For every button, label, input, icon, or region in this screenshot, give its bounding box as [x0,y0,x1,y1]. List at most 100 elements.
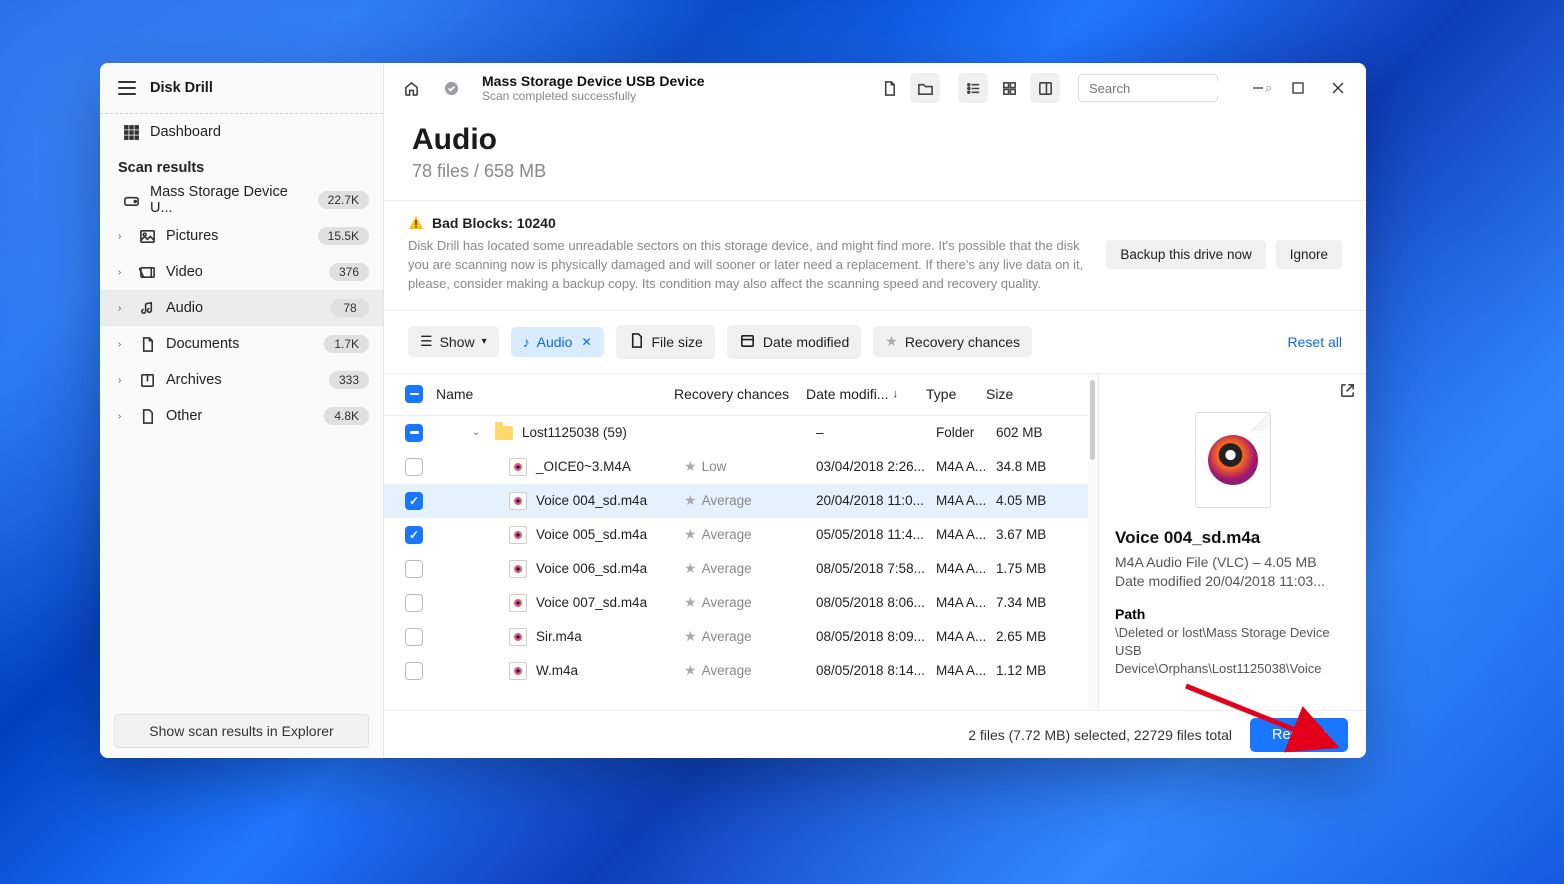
warning-icon [408,215,424,231]
file-type: M4A A... [936,595,996,610]
file-name: Voice 007_sd.m4a [536,595,647,610]
file-size: 4.05 MB [996,493,1076,508]
file-name: W.m4a [536,663,578,678]
audio-file-icon [508,661,528,681]
file-icon[interactable] [874,73,904,103]
file-type: M4A A... [936,561,996,576]
table-row[interactable]: Voice 005_sd.m4a ★Average 05/05/2018 11:… [384,518,1088,552]
menu-icon[interactable] [118,81,136,95]
home-icon[interactable] [396,73,426,103]
file-size: 7.34 MB [996,595,1076,610]
grid-view-icon[interactable] [994,73,1024,103]
show-in-explorer-button[interactable]: Show scan results in Explorer [114,714,369,748]
audio-filter-chip[interactable]: ♪ Audio ✕ [511,327,604,357]
file-size: 602 MB [996,425,1076,440]
status-check-icon [436,73,466,103]
documents-icon [138,335,156,353]
recovery-chance: ★Low [684,458,816,475]
drive-icon [122,191,140,209]
chevron-right-icon: › [118,231,128,242]
show-filter[interactable]: ☰ Show ▾ [408,326,499,357]
app-window: Disk Drill Dashboard Scan results Mass S… [100,63,1366,758]
recover-button[interactable]: Recover [1250,718,1348,752]
sidebar-item-archives[interactable]: › Archives 333 [100,362,383,398]
toolbar: Mass Storage Device USB Device Scan comp… [384,63,1366,113]
sidebar-section-title: Scan results [100,150,383,182]
sidebar: Disk Drill Dashboard Scan results Mass S… [100,63,384,758]
search-field[interactable] [1089,81,1265,96]
sidebar-item-other[interactable]: › Other 4.8K [100,398,383,434]
recovery-chance: ★Average [684,628,816,645]
open-external-icon[interactable] [1339,382,1356,404]
star-icon: ★ [684,560,697,577]
table-row[interactable]: Voice 004_sd.m4a ★Average 20/04/2018 11:… [384,484,1088,518]
sidebar-item-audio[interactable]: › Audio 78 [100,290,383,326]
col-date[interactable]: Date modifi...↓ [806,386,926,402]
recovery-chance: ★Average [684,492,816,509]
sidebar-item-video[interactable]: › Video 376 [100,254,383,290]
row-checkbox[interactable] [405,560,423,578]
sidebar-item-dashboard[interactable]: Dashboard [100,114,383,150]
row-checkbox[interactable] [405,424,423,442]
col-size[interactable]: Size [986,386,1076,402]
sidebar-item-label: Archives [166,372,319,388]
preview-panel: Voice 004_sd.m4a M4A Audio File (VLC) – … [1098,374,1366,710]
ignore-button[interactable]: Ignore [1276,240,1342,269]
table-scrollbar[interactable] [1088,374,1098,710]
sidebar-item-pictures[interactable]: › Pictures 15.5K [100,218,383,254]
file-name: Lost1125038 (59) [522,425,627,440]
row-checkbox[interactable] [405,628,423,646]
file-name: Voice 004_sd.m4a [536,493,647,508]
sidebar-item-label: Documents [166,336,314,352]
sidebar-item-device[interactable]: Mass Storage Device U... 22.7K [100,182,383,218]
maximize-button[interactable] [1282,74,1314,102]
table-row[interactable]: W.m4a ★Average 08/05/2018 8:14... M4A A.… [384,654,1088,688]
row-checkbox[interactable] [405,458,423,476]
archives-icon [138,371,156,389]
star-icon: ★ [885,333,898,350]
close-button[interactable] [1322,74,1354,102]
file-size: 1.12 MB [996,663,1076,678]
recovery-filter[interactable]: ★ Recovery chances [873,326,1032,357]
folder-icon[interactable] [910,73,940,103]
row-checkbox[interactable] [405,492,423,510]
table-row[interactable]: Voice 006_sd.m4a ★Average 08/05/2018 7:5… [384,552,1088,586]
reset-all-link[interactable]: Reset all [1288,334,1342,350]
file-type: M4A A... [936,663,996,678]
sidebar-item-label: Video [166,264,319,280]
sidebar-item-label: Dashboard [150,124,369,140]
star-icon: ★ [684,662,697,679]
col-type[interactable]: Type [926,386,986,402]
content-header: Audio 78 files / 658 MB [384,113,1366,200]
file-name: Sir.m4a [536,629,582,644]
sidebar-item-documents[interactable]: › Documents 1.7K [100,326,383,362]
select-all-checkbox[interactable] [405,385,423,403]
col-recovery[interactable]: Recovery chances [674,386,806,402]
col-name[interactable]: Name [432,386,674,402]
row-checkbox[interactable] [405,526,423,544]
minimize-button[interactable] [1242,74,1274,102]
remove-filter-icon[interactable]: ✕ [581,335,591,349]
date-filter[interactable]: Date modified [727,325,861,359]
date-modified: 20/04/2018 11:0... [816,493,936,508]
filesize-filter[interactable]: File size [616,325,715,359]
banner-text: Disk Drill has located some unreadable s… [408,237,1092,294]
row-checkbox[interactable] [405,662,423,680]
chevron-right-icon: › [118,339,128,350]
star-icon: ★ [684,458,697,475]
table-row[interactable]: Sir.m4a ★Average 08/05/2018 8:09... M4A … [384,620,1088,654]
sidebar-item-label: Audio [166,300,321,316]
list-view-icon[interactable] [958,73,988,103]
video-icon [138,263,156,281]
chevron-down-icon[interactable]: ⌄ [472,427,486,438]
table-row[interactable]: ⌄Lost1125038 (59) – Folder 602 MB [384,416,1088,450]
row-checkbox[interactable] [405,594,423,612]
sidebar-count: 333 [329,371,369,389]
table-row[interactable]: Voice 007_sd.m4a ★Average 08/05/2018 8:0… [384,586,1088,620]
table-row[interactable]: _OICE0~3.M4A ★Low 03/04/2018 2:26... M4A… [384,450,1088,484]
bottom-bar: 2 files (7.72 MB) selected, 22729 files … [384,710,1366,758]
filter-bar: ☰ Show ▾ ♪ Audio ✕ File size Date modifi… [384,311,1366,373]
panel-toggle-icon[interactable] [1030,73,1060,103]
search-input[interactable]: ⌕ [1078,74,1218,102]
backup-button[interactable]: Backup this drive now [1106,240,1265,269]
